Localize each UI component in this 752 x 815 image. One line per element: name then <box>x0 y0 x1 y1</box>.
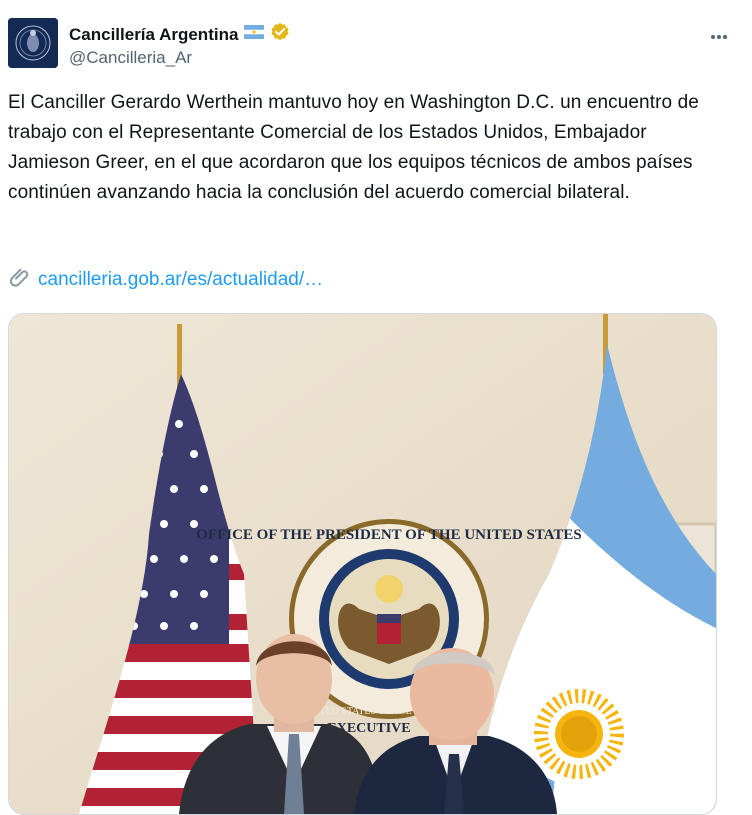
avatar[interactable] <box>8 18 58 68</box>
handle[interactable]: @Cancilleria_Ar <box>69 48 192 68</box>
tweet-photo[interactable]: OFFICE OF THE PRESIDENT OF THE UNITED ST… <box>8 313 717 815</box>
display-name[interactable]: Cancillería Argentina <box>69 25 238 45</box>
more-icon <box>711 35 727 39</box>
name-row: Cancillería Argentina <box>69 22 290 47</box>
link-row: cancilleria.gob.ar/es/actualidad/… <box>8 265 323 294</box>
tweet-header: Cancillería Argentina @Cancilleria_Ar <box>8 18 744 74</box>
more-options-button[interactable] <box>708 26 730 48</box>
paperclip-icon <box>8 265 32 294</box>
article-link[interactable]: cancilleria.gob.ar/es/actualidad/… <box>38 269 323 291</box>
photo-scene: OFFICE OF THE PRESIDENT OF THE UNITED ST… <box>9 314 716 814</box>
seal-top-text: OFFICE OF THE PRESIDENT OF THE UNITED ST… <box>196 527 582 543</box>
verified-badge-icon <box>270 22 290 47</box>
argentina-flag-icon <box>244 25 265 44</box>
tweet-text: El Canciller Gerardo Werthein mantuvo ho… <box>8 92 699 203</box>
